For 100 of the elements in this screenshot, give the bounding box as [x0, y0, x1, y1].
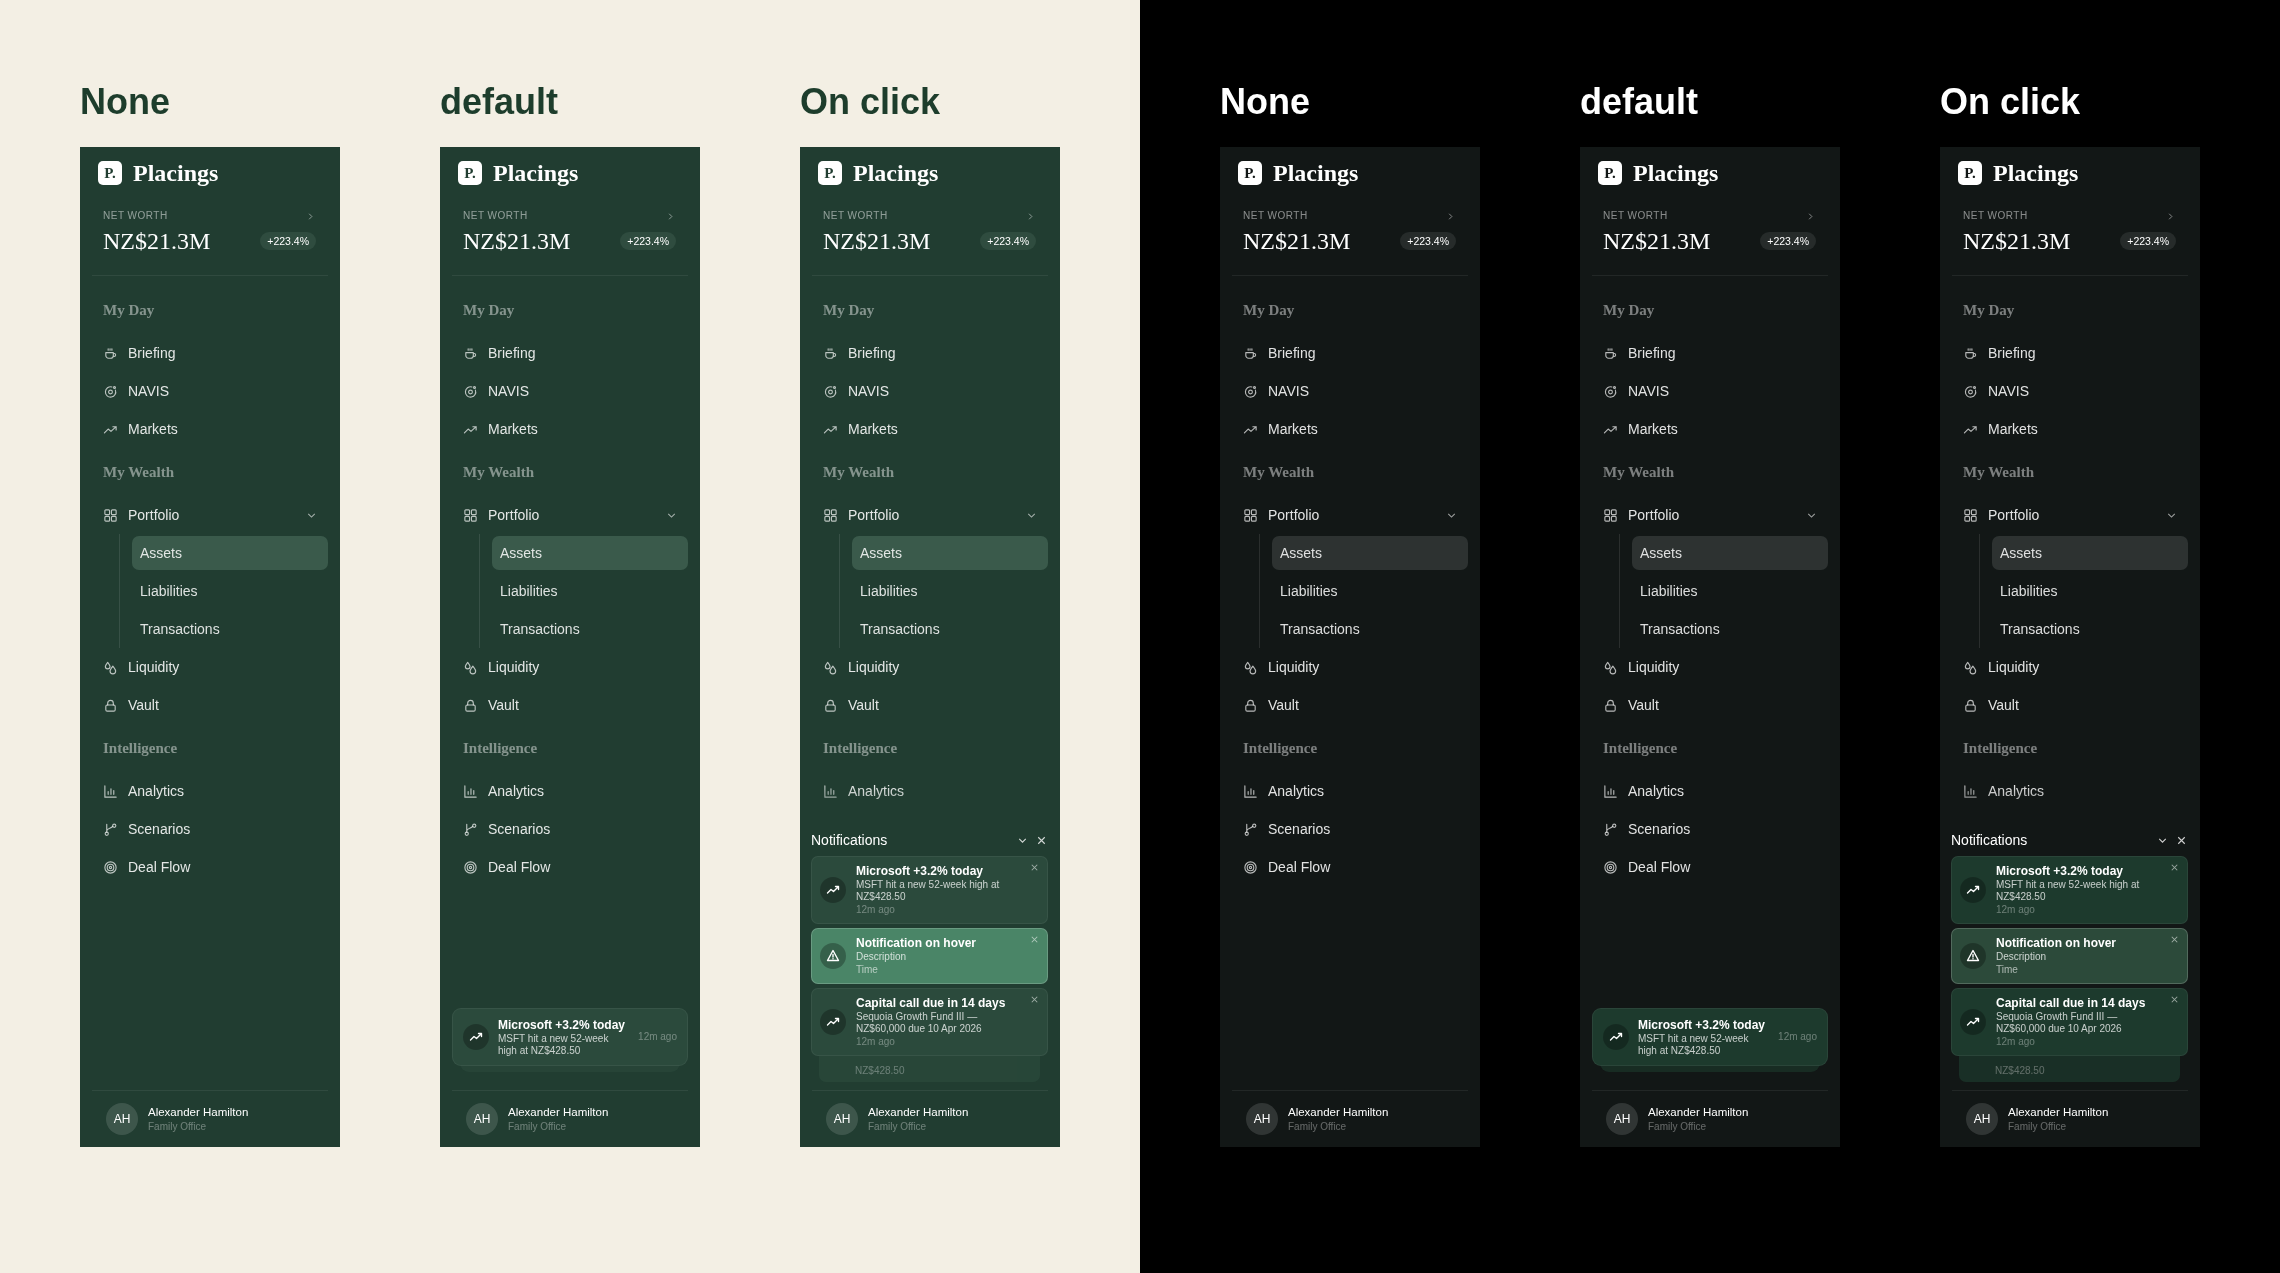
- notification-body: NZ$428.50: [855, 1065, 905, 1076]
- user-role: Family Office: [1648, 1120, 1708, 1133]
- nav-item[interactable]: Liquidity: [1952, 648, 2051, 686]
- notification-time: Time: [1996, 963, 2019, 977]
- grid-icon: [823, 507, 838, 523]
- nav-item[interactable]: Liquidity: [812, 648, 911, 686]
- nav-item[interactable]: Analytics: [1232, 772, 1336, 810]
- nav-subitem[interactable]: Transactions: [1272, 612, 1368, 646]
- notification-card[interactable]: Capital call due in 14 days Sequoia Growth Fund III — NZ$60,000 due 10 Apr 2026 12m ago: [1951, 988, 2188, 1056]
- nav-subitem[interactable]: Transactions: [492, 612, 588, 646]
- nav-item[interactable]: NAVIS: [452, 372, 540, 410]
- branch-icon: [103, 821, 118, 837]
- notification-card[interactable]: Microsoft +3.2% today MSFT hit a new 52-week high at NZ$428.50 12m ago: [811, 856, 1048, 924]
- nav-subitem[interactable]: Assets: [492, 536, 688, 570]
- nav-item[interactable]: Markets: [1592, 410, 1689, 448]
- net-worth-label: NET WORTH: [1243, 209, 1308, 223]
- nav-item[interactable]: Portfolio: [92, 496, 191, 534]
- nav-item[interactable]: NAVIS: [92, 372, 180, 410]
- nav-subitem[interactable]: Liabilities: [1632, 574, 1706, 608]
- nav-subitem[interactable]: Assets: [1272, 536, 1468, 570]
- nav-item[interactable]: NAVIS: [1592, 372, 1680, 410]
- drops-icon: [1603, 659, 1618, 675]
- nav-item[interactable]: NAVIS: [1952, 372, 2040, 410]
- nav-item[interactable]: Scenarios: [92, 810, 202, 848]
- nav-item[interactable]: Markets: [812, 410, 909, 448]
- notification-title: Notification on hover: [856, 935, 977, 951]
- notification-toast[interactable]: Microsoft +3.2% today MSFT hit a new 52-week high at NZ$428.50 12m ago: [452, 1008, 688, 1066]
- nav-item[interactable]: Deal Flow: [1592, 848, 1702, 886]
- notification-toast[interactable]: Microsoft +3.2% today MSFT hit a new 52-week high at NZ$428.50 12m ago: [1592, 1008, 1828, 1066]
- nav-item[interactable]: Vault: [1952, 686, 2030, 724]
- nav-item[interactable]: Vault: [1232, 686, 1310, 724]
- target-icon: [463, 859, 478, 875]
- user-role: Family Office: [2008, 1120, 2068, 1133]
- nav-item[interactable]: Vault: [1592, 686, 1670, 724]
- nav-item[interactable]: Portfolio: [1232, 496, 1331, 534]
- notification-card[interactable]: Notification on hover Description Time: [1951, 928, 2188, 984]
- nav-item[interactable]: Liquidity: [1592, 648, 1691, 686]
- nav-item[interactable]: Scenarios: [1592, 810, 1702, 848]
- nav-subitem[interactable]: Assets: [1992, 536, 2188, 570]
- nav-item[interactable]: NAVIS: [1232, 372, 1320, 410]
- nav-item[interactable]: Vault: [452, 686, 530, 724]
- notification-card[interactable]: Notification on hover Description Time: [811, 928, 1048, 984]
- nav-subitem[interactable]: Transactions: [852, 612, 948, 646]
- nav-item[interactable]: Briefing: [1592, 334, 1687, 372]
- nav-item[interactable]: Deal Flow: [452, 848, 562, 886]
- brand-name: Placings: [1633, 159, 1719, 188]
- state-heading: default: [440, 80, 559, 124]
- notification-title: Microsoft +3.2% today: [1638, 1017, 1767, 1033]
- nav-item[interactable]: Scenarios: [1232, 810, 1342, 848]
- drops-icon: [463, 659, 478, 675]
- nav-item[interactable]: Vault: [812, 686, 890, 724]
- nav-item[interactable]: Briefing: [812, 334, 907, 372]
- nav-item[interactable]: NAVIS: [812, 372, 900, 410]
- drops-icon: [823, 659, 838, 675]
- nav-item[interactable]: Briefing: [1232, 334, 1327, 372]
- nav-subitem[interactable]: Transactions: [1632, 612, 1728, 646]
- nav-subitem[interactable]: Assets: [1632, 536, 1828, 570]
- nav-item[interactable]: Analytics: [1952, 772, 2056, 810]
- nav-subitem[interactable]: Assets: [132, 536, 328, 570]
- nav-item[interactable]: Deal Flow: [92, 848, 202, 886]
- nav-subitem[interactable]: Transactions: [132, 612, 228, 646]
- nav-subitem[interactable]: Liabilities: [852, 574, 926, 608]
- nav-item[interactable]: Briefing: [1952, 334, 2047, 372]
- nav-item[interactable]: Deal Flow: [1232, 848, 1342, 886]
- nav-item[interactable]: Analytics: [812, 772, 916, 810]
- nav-item[interactable]: Portfolio: [812, 496, 911, 534]
- notification-title: Notification on hover: [1996, 935, 2117, 951]
- nav-item[interactable]: Liquidity: [452, 648, 551, 686]
- notification-card[interactable]: Capital call due in 14 days Sequoia Growth Fund III — NZ$60,000 due 10 Apr 2026 12m ago: [811, 988, 1048, 1056]
- nav-item[interactable]: Portfolio: [1952, 496, 2051, 534]
- nav-subitem[interactable]: Transactions: [1992, 612, 2088, 646]
- notification-time: 12m ago: [856, 1035, 896, 1049]
- nav-subitem[interactable]: Assets: [852, 536, 1048, 570]
- notification-body: Sequoia Growth Fund III — NZ$60,000 due 10 Apr 2026: [1996, 1011, 2123, 1035]
- notification-body: MSFT hit a new 52-week high at NZ$428.50: [1996, 879, 2141, 903]
- notification-card[interactable]: Microsoft +3.2% today MSFT hit a new 52-week high at NZ$428.50 12m ago: [1951, 856, 2188, 924]
- nav-item[interactable]: Liquidity: [92, 648, 191, 686]
- nav-subitem[interactable]: Liabilities: [1272, 574, 1346, 608]
- nav-item[interactable]: Briefing: [452, 334, 547, 372]
- section-title: My Wealth: [1963, 463, 2034, 482]
- net-worth-label: NET WORTH: [463, 209, 528, 223]
- nav-item[interactable]: Briefing: [92, 334, 187, 372]
- nav-item[interactable]: Scenarios: [452, 810, 562, 848]
- nav-item[interactable]: Markets: [92, 410, 189, 448]
- nav-item[interactable]: Analytics: [1592, 772, 1696, 810]
- nav-item[interactable]: Liquidity: [1232, 648, 1331, 686]
- nav-item[interactable]: Markets: [452, 410, 549, 448]
- target-icon: [103, 859, 118, 875]
- nav-subitem[interactable]: Liabilities: [132, 574, 206, 608]
- nav-item[interactable]: Portfolio: [452, 496, 551, 534]
- nav-item[interactable]: Markets: [1232, 410, 1329, 448]
- nav-subitem[interactable]: Liabilities: [492, 574, 566, 608]
- nav-item[interactable]: Markets: [1952, 410, 2049, 448]
- notification-body: Sequoia Growth Fund III — NZ$60,000 due 10 Apr 2026: [856, 1011, 983, 1035]
- nav-subitem[interactable]: Liabilities: [1992, 574, 2066, 608]
- nav-item[interactable]: Analytics: [452, 772, 556, 810]
- nav-item[interactable]: Vault: [92, 686, 170, 724]
- notification-time: 12m ago: [1996, 1035, 2036, 1049]
- nav-item[interactable]: Analytics: [92, 772, 196, 810]
- nav-item[interactable]: Portfolio: [1592, 496, 1691, 534]
